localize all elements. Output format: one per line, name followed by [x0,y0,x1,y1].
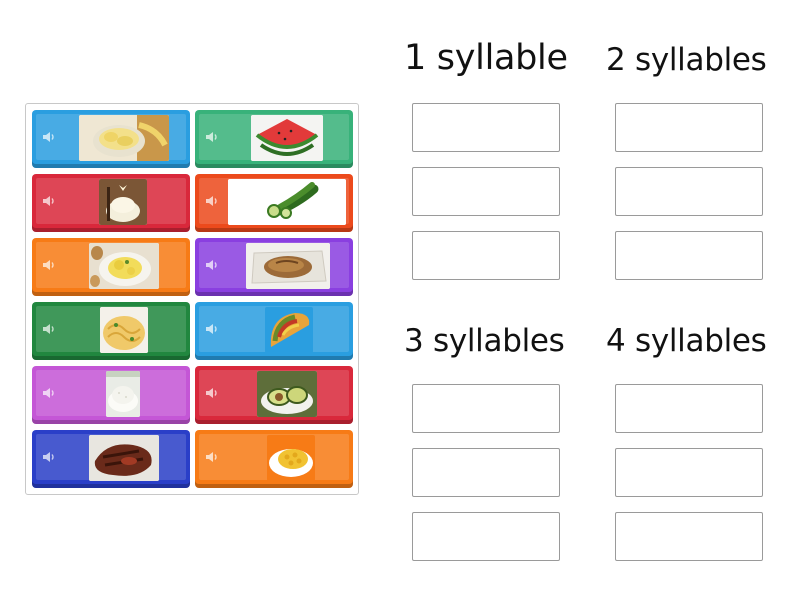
speaker-icon[interactable] [204,449,220,465]
tile-cucumber[interactable] [195,174,353,232]
speaker-icon[interactable] [41,449,57,465]
speaker-icon[interactable] [41,385,57,401]
drop-slot-4-syllables[interactable] [615,512,763,561]
speaker-icon[interactable] [41,257,57,273]
drop-slot-1-syllable[interactable] [412,103,560,152]
speaker-icon[interactable] [204,257,220,273]
tile-chicken[interactable] [195,238,353,296]
drop-slot-2-syllables[interactable] [615,167,763,216]
speaker-icon[interactable] [41,129,57,145]
tile-avocado[interactable] [195,366,353,424]
vanilla-image [99,179,147,225]
banana-image [79,115,169,161]
speaker-icon[interactable] [41,321,57,337]
tile-eggs[interactable] [32,238,190,296]
taco-image [265,307,313,353]
tile-macaroni[interactable] [195,430,353,488]
category-heading-1-syllable: 1 syllable [404,38,568,78]
rice-image [106,371,140,417]
steak-image [89,435,159,481]
speaker-icon[interactable] [204,385,220,401]
category-heading-2-syllables: 2 syllables [606,42,767,78]
category-heading-3-syllables: 3 syllables [404,323,565,359]
chicken-image [246,243,330,289]
tile-banana[interactable] [32,110,190,168]
tile-taco[interactable] [195,302,353,360]
tile-rice[interactable] [32,366,190,424]
tile-steak[interactable] [32,430,190,488]
spaghetti-image [100,307,148,353]
macaroni-image [267,435,315,481]
drop-slot-2-syllables[interactable] [615,103,763,152]
speaker-icon[interactable] [204,129,220,145]
speaker-icon[interactable] [204,193,220,209]
drop-slot-1-syllable[interactable] [412,167,560,216]
tile-watermelon[interactable] [195,110,353,168]
tile-vanilla[interactable] [32,174,190,232]
watermelon-image [251,115,323,161]
drop-slot-3-syllables[interactable] [412,448,560,497]
category-heading-4-syllables: 4 syllables [606,323,767,359]
speaker-icon[interactable] [204,321,220,337]
tile-spaghetti[interactable] [32,302,190,360]
eggs-image [89,243,159,289]
avocado-image [257,371,317,417]
drop-slot-4-syllables[interactable] [615,384,763,433]
drop-slot-3-syllables[interactable] [412,384,560,433]
tiles-panel [25,103,359,495]
drop-slot-4-syllables[interactable] [615,448,763,497]
drop-slot-2-syllables[interactable] [615,231,763,280]
cucumber-image [228,179,346,225]
speaker-icon[interactable] [41,193,57,209]
drop-slot-3-syllables[interactable] [412,512,560,561]
drop-slot-1-syllable[interactable] [412,231,560,280]
